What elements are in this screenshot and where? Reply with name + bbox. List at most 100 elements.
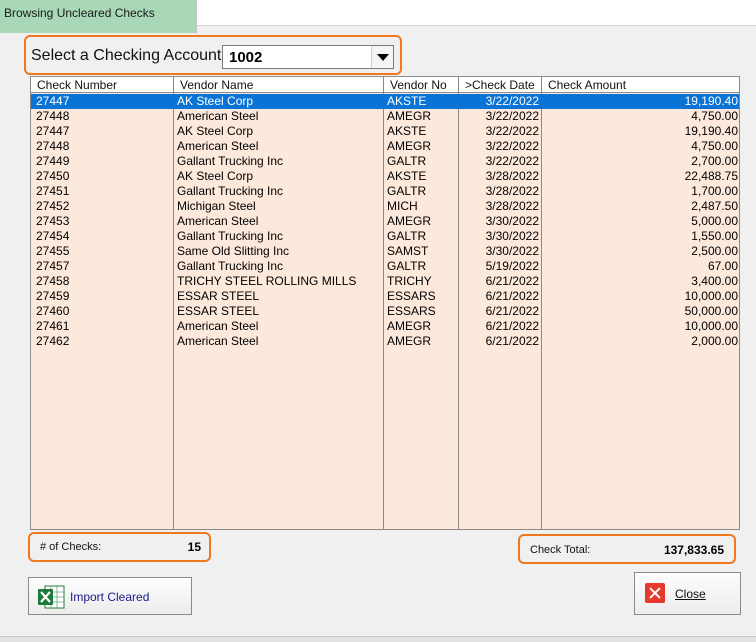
cell-check-number: 27458 (36, 274, 70, 288)
cell-vendor-name: AK Steel Corp (177, 94, 254, 108)
cell-check-amount: 4,750.00 (691, 139, 738, 153)
table-row[interactable]: 27462 American Steel AMEGR 6/21/2022 2,000.0… (31, 334, 739, 349)
cell-check-amount: 2,500.00 (691, 244, 738, 258)
cell-vendor-no: AMEGR (387, 109, 432, 123)
check-total-label: Check Total: (530, 544, 591, 556)
cell-vendor-name: Gallant Trucking Inc (177, 259, 284, 273)
column-header-vendor-no[interactable]: Vendor No (384, 77, 459, 93)
cell-check-date: 3/28/2022 (485, 199, 539, 213)
import-cleared-button[interactable]: Import Cleared (28, 577, 192, 615)
column-header-check-number[interactable]: Check Number (31, 77, 174, 93)
table-row[interactable]: 27449 Gallant Trucking Inc GALTR 3/22/2022 2… (31, 154, 739, 169)
cell-check-date: 3/22/2022 (485, 109, 539, 123)
cell-vendor-no: SAMST (387, 244, 429, 258)
cell-vendor-name: ESSAR STEEL (177, 304, 260, 318)
cell-check-amount: 2,700.00 (691, 154, 738, 168)
cell-check-number: 27447 (36, 124, 70, 138)
table-row[interactable]: 27450 AK Steel Corp AKSTE 3/28/2022 22,488.7… (31, 169, 739, 184)
cell-check-date: 6/21/2022 (485, 319, 539, 333)
cell-check-number: 27451 (36, 184, 70, 198)
cell-check-amount: 2,000.00 (691, 334, 738, 348)
table-row[interactable]: 27454 Gallant Trucking Inc GALTR 3/30/2022 1… (31, 229, 739, 244)
check-count-value: 15 (187, 540, 201, 554)
check-total-value: 137,833.65 (663, 543, 724, 557)
check-count-label: # of Checks: (40, 541, 102, 553)
cell-vendor-name: AK Steel Corp (177, 124, 254, 138)
close-button[interactable]: Close (634, 572, 741, 615)
table-row[interactable]: 27458 TRICHY STEEL ROLLING MILLS TRICHY 6/2… (31, 274, 739, 289)
cell-check-amount: 2,487.50 (691, 199, 738, 213)
table-row[interactable]: 27447 AK Steel Corp AKSTE 3/22/2022 19,190.4… (31, 124, 739, 139)
cell-check-date: 3/30/2022 (485, 244, 539, 258)
cell-check-date: 3/22/2022 (485, 124, 539, 138)
account-selector-group: Select a Checking Account: 1002 (24, 35, 402, 75)
column-header-check-amount[interactable]: Check Amount (542, 77, 739, 93)
cell-check-date: 6/21/2022 (485, 304, 539, 318)
table-row[interactable]: 27447 AK Steel Corp AKSTE 3/22/2022 19,190.4… (31, 94, 739, 109)
cell-check-number: 27447 (36, 94, 70, 108)
check-count-box: # of Checks: 15 (28, 532, 211, 562)
cell-check-number: 27453 (36, 214, 70, 228)
account-label: Select a Checking Account: (31, 47, 226, 64)
cell-check-date: 6/21/2022 (485, 289, 539, 303)
cell-vendor-no: GALTR (387, 229, 427, 243)
cell-check-date: 3/22/2022 (485, 139, 539, 153)
cell-vendor-name: Michigan Steel (177, 199, 256, 213)
cell-vendor-no: GALTR (387, 154, 427, 168)
cell-check-amount: 5,000.00 (691, 214, 738, 228)
cell-vendor-name: AK Steel Corp (177, 169, 254, 183)
table-header: Check Number Vendor Name Vendor No >Chec… (31, 77, 739, 93)
close-label: Close (675, 587, 706, 601)
cell-check-number: 27461 (36, 319, 70, 333)
table-row[interactable]: 27453 American Steel AMEGR 3/30/2022 5,000.0… (31, 214, 739, 229)
cell-check-date: 5/19/2022 (485, 259, 539, 273)
cell-vendor-no: AKSTE (387, 169, 427, 183)
cell-vendor-name: American Steel (177, 334, 259, 348)
cell-check-number: 27462 (36, 334, 70, 348)
cell-check-amount: 1,700.00 (691, 184, 738, 198)
checks-table[interactable]: Check Number Vendor Name Vendor No >Chec… (30, 76, 740, 530)
account-dropdown[interactable]: 1002 (222, 45, 394, 69)
window-title: Browsing Uncleared Checks (4, 6, 155, 20)
cell-vendor-name: American Steel (177, 214, 259, 228)
cell-check-amount: 3,400.00 (691, 274, 738, 288)
cell-vendor-name: Gallant Trucking Inc (177, 154, 284, 168)
check-total-box: Check Total: 137,833.65 (518, 534, 736, 564)
cell-vendor-no: ESSARS (387, 304, 436, 318)
close-icon (645, 583, 665, 603)
cell-check-number: 27454 (36, 229, 70, 243)
table-row[interactable]: 27451 Gallant Trucking Inc GALTR 3/28/2022 1… (31, 184, 739, 199)
window-top-bar (197, 0, 756, 26)
cell-check-amount: 4,750.00 (691, 109, 738, 123)
cell-vendor-no: TRICHY (387, 274, 432, 288)
column-header-check-date[interactable]: >Check Date (459, 77, 542, 93)
table-row[interactable]: 27455 Same Old Slitting Inc SAMST 3/30/2022… (31, 244, 739, 259)
table-row[interactable]: 27448 American Steel AMEGR 3/22/2022 4,750.0… (31, 139, 739, 154)
cell-check-number: 27449 (36, 154, 70, 168)
cell-check-date: 6/21/2022 (485, 334, 539, 348)
table-row[interactable]: 27452 Michigan Steel MICH 3/28/2022 2,487.50 (31, 199, 739, 214)
cell-check-number: 27460 (36, 304, 70, 318)
table-row[interactable]: 27461 American Steel AMEGR 6/21/2022 10,000.… (31, 319, 739, 334)
cell-vendor-name: American Steel (177, 109, 259, 123)
cell-check-amount: 19,190.40 (684, 94, 738, 108)
cell-check-amount: 67.00 (707, 259, 738, 273)
table-row[interactable]: 27460 ESSAR STEEL ESSARS 6/21/2022 50,000.0… (31, 304, 739, 319)
cell-vendor-name: Same Old Slitting Inc (177, 244, 290, 258)
cell-vendor-no: MICH (387, 199, 418, 213)
cell-check-date: 6/21/2022 (485, 274, 539, 288)
table-row[interactable]: 27448 American Steel AMEGR 3/22/2022 4,750.0… (31, 109, 739, 124)
table-row[interactable]: 27457 Gallant Trucking Inc GALTR 5/19/2022 6… (31, 259, 739, 274)
cell-vendor-no: AMEGR (387, 214, 432, 228)
cell-check-amount: 1,550.00 (691, 229, 738, 243)
chevron-down-icon[interactable] (371, 46, 393, 68)
column-header-vendor-name[interactable]: Vendor Name (174, 77, 384, 93)
cell-check-amount: 22,488.75 (684, 169, 738, 183)
table-row[interactable]: 27459 ESSAR STEEL ESSARS 6/21/2022 10,000.0… (31, 289, 739, 304)
cell-vendor-no: GALTR (387, 184, 427, 198)
account-value: 1002 (229, 49, 263, 66)
cell-vendor-no: GALTR (387, 259, 427, 273)
cell-vendor-name: Gallant Trucking Inc (177, 184, 284, 198)
cell-check-number: 27452 (36, 199, 70, 213)
cell-check-amount: 19,190.40 (684, 124, 738, 138)
